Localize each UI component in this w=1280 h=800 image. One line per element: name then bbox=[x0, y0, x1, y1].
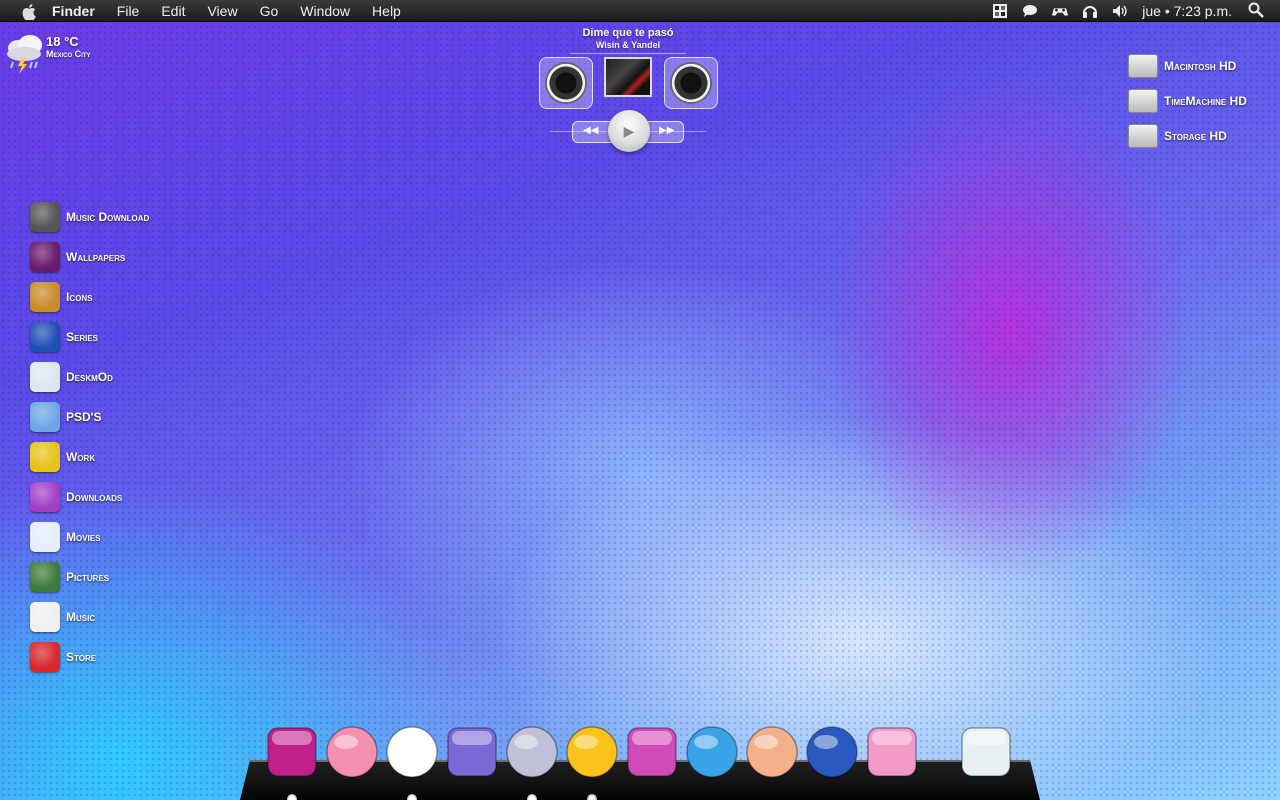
menu-bar: Finder File Edit View Go Window Help jue… bbox=[0, 0, 1280, 22]
chat-icon[interactable] bbox=[1022, 3, 1038, 19]
play-icon: ▶ bbox=[623, 122, 635, 139]
chip-icon bbox=[30, 562, 60, 592]
player-divider bbox=[570, 53, 686, 54]
medal-icon bbox=[30, 282, 60, 312]
song-title: Dime que te pasó bbox=[582, 27, 674, 39]
folder-icons[interactable]: Icons bbox=[30, 282, 92, 312]
play-button[interactable]: ▶ bbox=[608, 110, 650, 152]
song-artist: Wisin & Yandel bbox=[595, 40, 661, 50]
dock-running-indicator bbox=[287, 794, 297, 800]
folder-label: Pictures bbox=[66, 570, 110, 584]
menu-clock[interactable]: jue • 7:23 p.m. bbox=[1142, 3, 1232, 19]
drive-label: TimeMachine HD bbox=[1164, 94, 1247, 108]
soccer-ball-icon[interactable] bbox=[384, 724, 440, 780]
barrier-icon bbox=[30, 442, 60, 472]
spotlight-search-icon[interactable] bbox=[1248, 2, 1264, 21]
monster-icon[interactable] bbox=[264, 724, 320, 780]
rubber-duck-icon[interactable] bbox=[564, 724, 620, 780]
girl-face-icon[interactable] bbox=[744, 724, 800, 780]
folder-movies[interactable]: Movies bbox=[30, 522, 100, 552]
folder-wallpapers[interactable]: Wallpapers bbox=[30, 242, 125, 272]
calendar-icon bbox=[30, 362, 60, 392]
menu-edit[interactable]: Edit bbox=[161, 0, 185, 22]
music-player-widget: Dime que te pasó Wisin & Yandel ◀◀ ▶▶ ▶ bbox=[530, 24, 726, 154]
folder-work[interactable]: Work bbox=[30, 442, 95, 472]
paint-brush-icon[interactable] bbox=[624, 724, 680, 780]
menu-file[interactable]: File bbox=[117, 0, 140, 22]
dock-running-indicator bbox=[527, 794, 537, 800]
folder-label: Work bbox=[66, 450, 96, 464]
weather-widget[interactable]: 18 °C Mexico City bbox=[4, 32, 91, 80]
ghost-icon bbox=[30, 522, 60, 552]
menu-view[interactable]: View bbox=[207, 0, 237, 22]
hard-drive-icon bbox=[1128, 89, 1158, 113]
volume-icon[interactable] bbox=[1112, 3, 1128, 19]
gamepad-icon[interactable] bbox=[1052, 3, 1069, 19]
robot-speaker-icon[interactable] bbox=[444, 724, 500, 780]
radio-icon bbox=[30, 202, 60, 232]
tv-icon bbox=[30, 242, 60, 272]
compass-icon bbox=[30, 602, 60, 632]
right-speaker-icon bbox=[664, 57, 718, 109]
folder-label: Music bbox=[66, 610, 96, 624]
album-art[interactable] bbox=[604, 57, 652, 97]
folder-deskmod[interactable]: DeskmOd bbox=[30, 362, 113, 392]
store-icon bbox=[30, 402, 60, 432]
spaces-icon[interactable] bbox=[992, 3, 1008, 19]
folder-label: Movies bbox=[66, 530, 101, 544]
folder-psds[interactable]: PSD'S bbox=[30, 402, 102, 432]
sofa-icon bbox=[30, 642, 60, 672]
weather-city: Mexico City bbox=[46, 49, 91, 59]
headphones-icon[interactable] bbox=[1082, 3, 1098, 19]
folder-music[interactable]: Music bbox=[30, 602, 95, 632]
folder-store[interactable]: Store bbox=[30, 642, 96, 672]
glass-trash-icon[interactable] bbox=[958, 724, 1014, 780]
dock-running-indicator bbox=[407, 794, 417, 800]
folder-label: PSD'S bbox=[66, 410, 102, 424]
superman-icon bbox=[30, 322, 60, 352]
dock-running-indicator bbox=[587, 794, 597, 800]
folder-label: DeskmOd bbox=[66, 370, 113, 384]
cd-heart-icon[interactable] bbox=[504, 724, 560, 780]
folder-series[interactable]: Series bbox=[30, 322, 98, 352]
drive-timemachine-hd[interactable]: TimeMachine HD bbox=[1128, 89, 1247, 113]
folder-label: Downloads bbox=[66, 490, 123, 504]
twitter-bird-icon[interactable] bbox=[684, 724, 740, 780]
folder-label: Store bbox=[66, 650, 97, 664]
pig-icon[interactable] bbox=[324, 724, 380, 780]
drive-label: Macintosh HD bbox=[1164, 59, 1237, 73]
folder-pictures[interactable]: Pictures bbox=[30, 562, 109, 592]
fast-forward-icon[interactable]: ▶▶ bbox=[659, 125, 674, 136]
folder-label: Music Download bbox=[66, 210, 150, 224]
apple-icon[interactable] bbox=[22, 3, 36, 20]
folder-music-download[interactable]: Music Download bbox=[30, 202, 149, 232]
drive-label: Storage HD bbox=[1164, 129, 1227, 143]
pepsi-cd-icon[interactable] bbox=[804, 724, 860, 780]
menu-go[interactable]: Go bbox=[260, 0, 279, 22]
menu-extras: jue • 7:23 p.m. bbox=[992, 0, 1280, 22]
folder-label: Series bbox=[66, 330, 99, 344]
drive-macintosh-hd[interactable]: Macintosh HD bbox=[1128, 54, 1236, 78]
folder-downloads[interactable]: Downloads bbox=[30, 482, 122, 512]
left-speaker-icon bbox=[539, 57, 593, 109]
thunderstorm-icon bbox=[4, 32, 46, 80]
hard-drive-icon bbox=[1128, 124, 1158, 148]
hard-drive-icon bbox=[1128, 54, 1158, 78]
folder-label: Icons bbox=[66, 290, 93, 304]
rewind-icon[interactable]: ◀◀ bbox=[583, 125, 598, 136]
drive-storage-hd[interactable]: Storage HD bbox=[1128, 124, 1227, 148]
menu-help[interactable]: Help bbox=[372, 0, 401, 22]
folder-label: Wallpapers bbox=[66, 250, 126, 264]
weather-temperature: 18 °C bbox=[46, 34, 79, 49]
menu-app-finder[interactable]: Finder bbox=[52, 0, 95, 22]
gift-icon bbox=[30, 482, 60, 512]
menu-window[interactable]: Window bbox=[300, 0, 350, 22]
milkshake-icon[interactable] bbox=[864, 724, 920, 780]
